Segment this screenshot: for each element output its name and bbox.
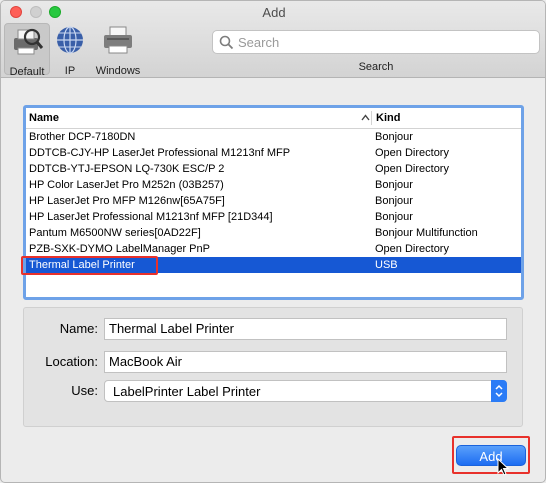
printer-row[interactable]: HP Color LaserJet Pro M252n (03B257) Bon… [26, 177, 521, 193]
printer-kind: Open Directory [375, 163, 449, 175]
tool-default-label: Default [9, 66, 45, 78]
printer-kind: Bonjour [375, 179, 413, 191]
name-field[interactable]: Thermal Label Printer [104, 318, 507, 340]
add-printer-window: Add Default IP Windows Search Search Nam… [0, 0, 546, 483]
printer-name: Thermal Label Printer [29, 259, 135, 271]
printer-kind: Open Directory [375, 147, 449, 159]
printer-row-selected[interactable]: Thermal Label Printer USB [26, 257, 521, 273]
printer-name: DDTCB-YTJ-EPSON LQ-730K ESC/P 2 [29, 163, 225, 175]
printer-kind: Bonjour [375, 195, 413, 207]
printer-list[interactable]: Name Kind Brother DCP-7180DN Bonjour DDT… [23, 105, 524, 300]
column-header-kind[interactable]: Kind [376, 112, 400, 124]
printer-row[interactable]: DDTCB-YTJ-EPSON LQ-730K ESC/P 2 Open Dir… [26, 161, 521, 177]
printer-name: HP LaserJet Pro MFP M126nw[65A75F] [29, 195, 225, 207]
mouse-pointer-icon [497, 458, 509, 476]
location-label: Location: [45, 354, 98, 369]
printer-kind: Open Directory [375, 243, 449, 255]
printer-name: Pantum M6500NW series[0AD22F] [29, 227, 201, 239]
printer-row[interactable]: PZB-SXK-DYMO LabelManager PnP Open Direc… [26, 241, 521, 257]
column-header-name[interactable]: Name [29, 112, 59, 124]
column-divider [371, 111, 372, 125]
tool-ip-label: IP [64, 65, 76, 77]
printer-name: DDTCB-CJY-HP LaserJet Professional M1213… [29, 147, 291, 159]
search-field[interactable] [212, 30, 540, 54]
printer-row[interactable]: Pantum M6500NW series[0AD22F] Bonjour Mu… [26, 225, 521, 241]
printer-name: HP LaserJet Professional M1213nf MFP [21… [29, 211, 273, 223]
location-field[interactable]: MacBook Air [104, 351, 507, 373]
globe-icon [57, 26, 83, 54]
tool-ip[interactable]: IP [52, 23, 88, 77]
add-button[interactable]: Add [456, 445, 526, 466]
printer-row[interactable]: HP LaserJet Pro MFP M126nw[65A75F] Bonjo… [26, 193, 521, 209]
default-printer-icon [14, 28, 44, 55]
sort-ascending-icon [361, 114, 370, 121]
list-header: Name Kind [26, 108, 521, 129]
printer-kind: Bonjour [375, 211, 413, 223]
printer-kind: Bonjour Multifunction [375, 227, 478, 239]
use-label: Use: [71, 383, 98, 398]
search-icon [219, 35, 234, 50]
window-title: Add [262, 5, 286, 20]
printer-name: PZB-SXK-DYMO LabelManager PnP [29, 243, 210, 255]
search-input[interactable] [238, 33, 533, 51]
use-select-value: LabelPrinter Label Printer [113, 384, 261, 399]
printer-row[interactable]: Brother DCP-7180DN Bonjour [26, 129, 521, 145]
printer-name: HP Color LaserJet Pro M252n (03B257) [29, 179, 224, 191]
printer-row[interactable]: DDTCB-CJY-HP LaserJet Professional M1213… [26, 145, 521, 161]
windows-printer-icon [104, 26, 132, 54]
tool-windows-label: Windows [95, 65, 141, 77]
use-select[interactable]: LabelPrinter Label Printer [104, 380, 507, 402]
printer-details-panel: Name: Thermal Label Printer Location: Ma… [23, 307, 523, 427]
printer-kind: USB [375, 259, 398, 271]
search-caption: Search [358, 61, 394, 73]
tool-default[interactable]: Default [4, 23, 50, 78]
printer-row[interactable]: HP LaserJet Professional M1213nf MFP [21… [26, 209, 521, 225]
printer-kind: Bonjour [375, 131, 413, 143]
name-label: Name: [59, 321, 98, 336]
chevron-updown-icon [491, 380, 507, 402]
printer-name: Brother DCP-7180DN [29, 131, 136, 143]
tool-windows[interactable]: Windows [91, 23, 145, 77]
